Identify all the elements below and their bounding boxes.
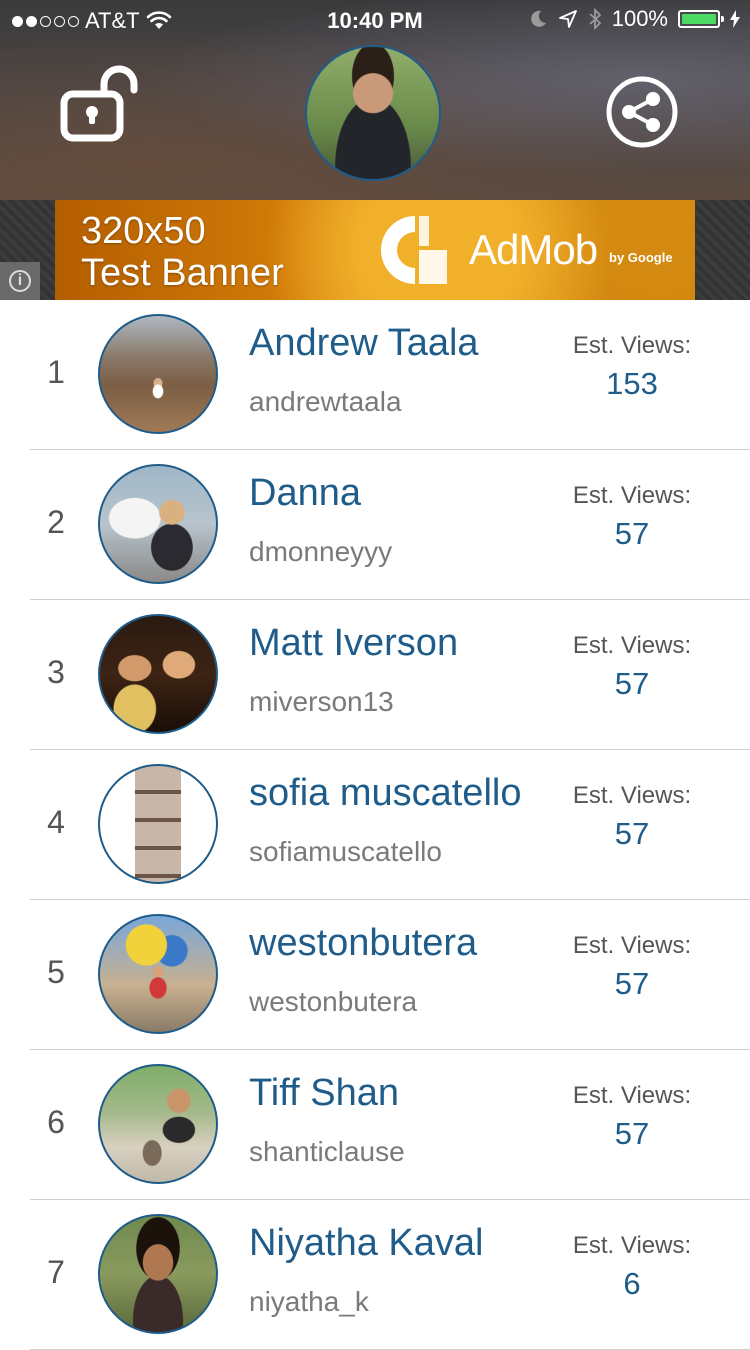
ad-brand-sub: by Google [609, 250, 673, 265]
user-avatar[interactable] [98, 464, 218, 584]
rank-number: 7 [47, 1254, 65, 1290]
user-name[interactable]: Tiff Shan [249, 1072, 399, 1115]
profile-avatar[interactable] [305, 45, 441, 181]
battery-percent: 100% [611, 6, 668, 31]
rank-number: 2 [47, 504, 65, 540]
user-handle: niyatha_k [249, 1286, 369, 1317]
user-avatar[interactable] [98, 914, 218, 1034]
status-right: 100% [528, 6, 740, 32]
user-name[interactable]: Danna [249, 472, 361, 515]
admob-logo-icon [381, 216, 447, 284]
views-label: Est. Views: [572, 482, 692, 509]
user-avatar[interactable] [98, 1064, 218, 1184]
share-icon[interactable] [604, 74, 680, 150]
ad-line1: 320x50 [81, 210, 206, 252]
views-label: Est. Views: [572, 782, 692, 809]
user-name[interactable]: Matt Iverson [249, 622, 458, 665]
charging-bolt-icon [730, 10, 740, 28]
rank-number: 4 [47, 804, 65, 840]
status-bar: AT&T 10:40 PM 100% [0, 0, 750, 40]
user-handle: sofiamuscatello [249, 836, 442, 867]
user-name[interactable]: Niyatha Kaval [249, 1222, 483, 1265]
views-count: 153 [606, 366, 658, 401]
views-count: 57 [614, 516, 650, 551]
user-handle: andrewtaala [249, 386, 402, 417]
rank-number: 5 [47, 954, 65, 990]
ad-info-button[interactable]: i [0, 262, 40, 300]
user-avatar[interactable] [98, 764, 218, 884]
views-count: 57 [614, 816, 650, 851]
user-name[interactable]: westonbutera [249, 922, 477, 965]
ad-container: 320x50 Test Banner AdMob by Google i [0, 200, 750, 300]
info-icon: i [9, 270, 31, 292]
user-handle: shanticlause [249, 1136, 405, 1167]
leaderboard-row[interactable]: 1 Andrew Taala andrewtaala Est. Views: 1… [0, 300, 750, 450]
leaderboard-row[interactable]: 2 Danna dmonneyyy Est. Views: 57 [0, 450, 750, 600]
user-handle: dmonneyyy [249, 536, 393, 567]
leaderboard-row[interactable]: 6 Tiff Shan shanticlause Est. Views: 57 [0, 1050, 750, 1200]
location-arrow-icon [558, 10, 577, 28]
profile-header: AT&T 10:40 PM 100% [0, 0, 750, 200]
rank-number: 3 [47, 654, 65, 690]
user-name[interactable]: Andrew Taala [249, 322, 479, 365]
ad-line2: Test Banner [81, 252, 284, 294]
leaderboard-row[interactable]: 3 Matt Iverson miverson13 Est. Views: 57 [0, 600, 750, 750]
ad-text: 320x50 Test Banner [81, 210, 284, 294]
views-label: Est. Views: [572, 1082, 692, 1109]
leaderboard-list: 1 Andrew Taala andrewtaala Est. Views: 1… [0, 300, 750, 1350]
views-label: Est. Views: [572, 1232, 692, 1259]
views-label: Est. Views: [572, 632, 692, 659]
rank-number: 1 [47, 354, 65, 390]
user-handle: miverson13 [249, 686, 394, 717]
moon-icon [530, 10, 546, 27]
user-avatar[interactable] [98, 314, 218, 434]
views-count: 57 [614, 966, 650, 1001]
bluetooth-icon [589, 8, 602, 30]
leaderboard-row[interactable]: 7 Niyatha Kaval niyatha_k Est. Views: 6 [0, 1200, 750, 1350]
user-name[interactable]: sofia muscatello [249, 772, 521, 815]
leaderboard-row[interactable]: 5 westonbutera westonbutera Est. Views: … [0, 900, 750, 1050]
views-count: 57 [614, 1116, 650, 1151]
unlocked-padlock-icon[interactable] [60, 64, 140, 144]
ad-brand: AdMob [469, 226, 598, 273]
ad-banner[interactable]: 320x50 Test Banner AdMob by Google [55, 200, 695, 300]
user-avatar[interactable] [98, 614, 218, 734]
leaderboard-row[interactable]: 4 sofia muscatello sofiamuscatello Est. … [0, 750, 750, 900]
user-handle: westonbutera [249, 986, 418, 1017]
rank-number: 6 [47, 1104, 65, 1140]
views-count: 57 [614, 666, 650, 701]
battery-icon [678, 10, 724, 28]
views-label: Est. Views: [572, 332, 692, 359]
user-avatar[interactable] [98, 1214, 218, 1334]
views-label: Est. Views: [572, 932, 692, 959]
views-count: 6 [623, 1266, 641, 1301]
